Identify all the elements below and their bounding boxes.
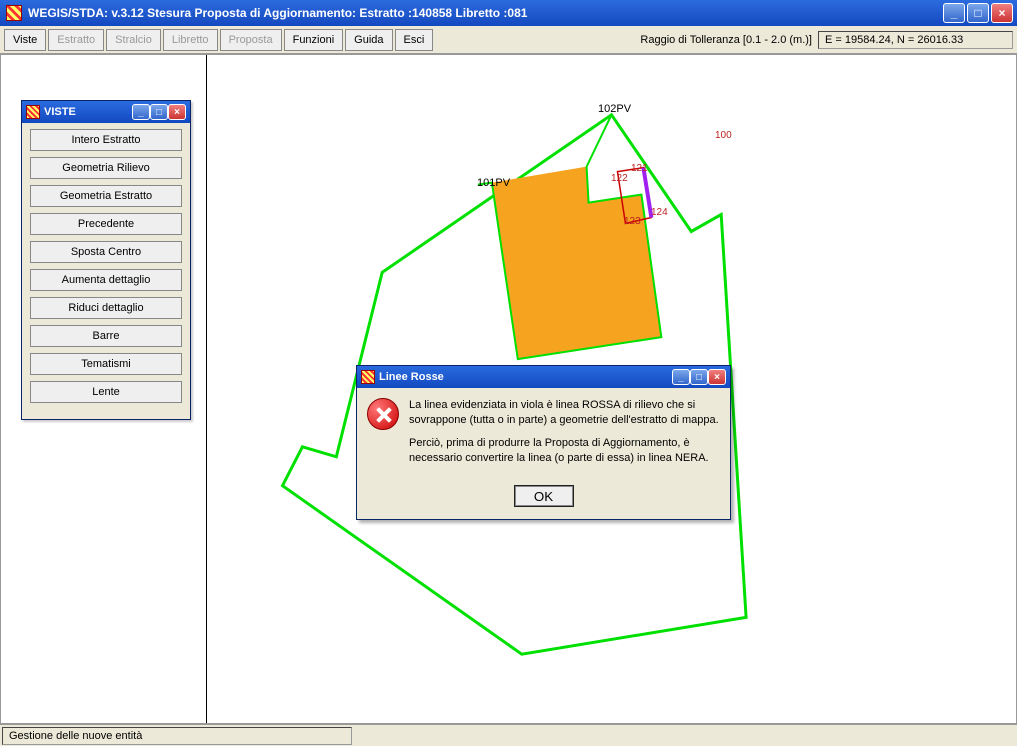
modal-linee-rosse: Linee Rosse _ □ × La linea evidenziata i… <box>356 365 731 520</box>
viste-sposta-centro[interactable]: Sposta Centro <box>30 241 182 263</box>
viste-riduci-dettaglio[interactable]: Riduci dettaglio <box>30 297 182 319</box>
label-121: 121 <box>631 163 648 174</box>
error-icon <box>367 398 399 430</box>
label-100: 100 <box>715 130 732 141</box>
label-122: 122 <box>611 173 628 184</box>
viste-icon <box>26 105 40 119</box>
modal-icon <box>361 370 375 384</box>
toolbar-guida[interactable]: Guida <box>345 29 392 51</box>
app-icon <box>6 5 22 21</box>
viste-tematismi[interactable]: Tematismi <box>30 353 182 375</box>
coord-display: E = 19584.24, N = 26016.33 <box>818 31 1013 49</box>
modal-text: La linea evidenziata in viola è linea RO… <box>409 398 720 473</box>
toolbar-stralcio: Stralcio <box>106 29 161 51</box>
window-buttons: _ □ × <box>943 3 1013 23</box>
toolbar-esci[interactable]: Esci <box>395 29 434 51</box>
modal-ok-button[interactable]: OK <box>514 485 574 507</box>
modal-p1: La linea evidenziata in viola è linea RO… <box>409 398 720 428</box>
close-button[interactable]: × <box>991 3 1013 23</box>
label-123: 123 <box>624 216 641 227</box>
window-title: WEGIS/STDA: v.3.12 Stesura Proposta di A… <box>28 6 943 20</box>
tolerance-label: Raggio di Tolleranza [0.1 - 2.0 (m.)] <box>640 34 812 46</box>
toolbar: Viste Estratto Stralcio Libretto Propost… <box>0 26 1017 54</box>
viste-geometria-estratto[interactable]: Geometria Estratto <box>30 185 182 207</box>
minimize-button[interactable]: _ <box>943 3 965 23</box>
toolbar-funzioni[interactable]: Funzioni <box>284 29 344 51</box>
viste-window[interactable]: VISTE _ □ × Intero Estratto Geometria Ri… <box>21 100 191 420</box>
viste-intero-estratto[interactable]: Intero Estratto <box>30 129 182 151</box>
viste-barre[interactable]: Barre <box>30 325 182 347</box>
viste-title-text: VISTE <box>44 106 76 118</box>
label-102pv: 102PV <box>598 103 631 115</box>
modal-p2: Perciò, prima di produrre la Proposta di… <box>409 436 720 466</box>
modal-minimize[interactable]: _ <box>672 369 690 385</box>
main-titlebar: WEGIS/STDA: v.3.12 Stesura Proposta di A… <box>0 0 1017 26</box>
modal-close[interactable]: × <box>708 369 726 385</box>
toolbar-estratto: Estratto <box>48 29 104 51</box>
modal-title-text: Linee Rosse <box>379 371 444 383</box>
viste-aumenta-dettaglio[interactable]: Aumenta dettaglio <box>30 269 182 291</box>
viste-close[interactable]: × <box>168 104 186 120</box>
label-101pv: 101PV <box>477 177 510 189</box>
viste-maximize[interactable]: □ <box>150 104 168 120</box>
viste-lente[interactable]: Lente <box>30 381 182 403</box>
maximize-button[interactable]: □ <box>967 3 989 23</box>
toolbar-viste[interactable]: Viste <box>4 29 46 51</box>
statusbar-cell: Gestione delle nuove entità <box>2 727 352 745</box>
modal-maximize[interactable]: □ <box>690 369 708 385</box>
viste-body: Intero Estratto Geometria Rilievo Geomet… <box>22 123 190 419</box>
viste-titlebar[interactable]: VISTE _ □ × <box>22 101 190 123</box>
client-area: 102PV 101PV 100 121 122 123 124 VISTE _ … <box>0 54 1017 724</box>
statusbar: Gestione delle nuove entità <box>0 724 1017 746</box>
viste-precedente[interactable]: Precedente <box>30 213 182 235</box>
toolbar-proposta: Proposta <box>220 29 282 51</box>
toolbar-libretto: Libretto <box>163 29 218 51</box>
viste-geometria-rilievo[interactable]: Geometria Rilievo <box>30 157 182 179</box>
viste-minimize[interactable]: _ <box>132 104 150 120</box>
modal-titlebar[interactable]: Linee Rosse _ □ × <box>357 366 730 388</box>
label-124: 124 <box>651 207 668 218</box>
